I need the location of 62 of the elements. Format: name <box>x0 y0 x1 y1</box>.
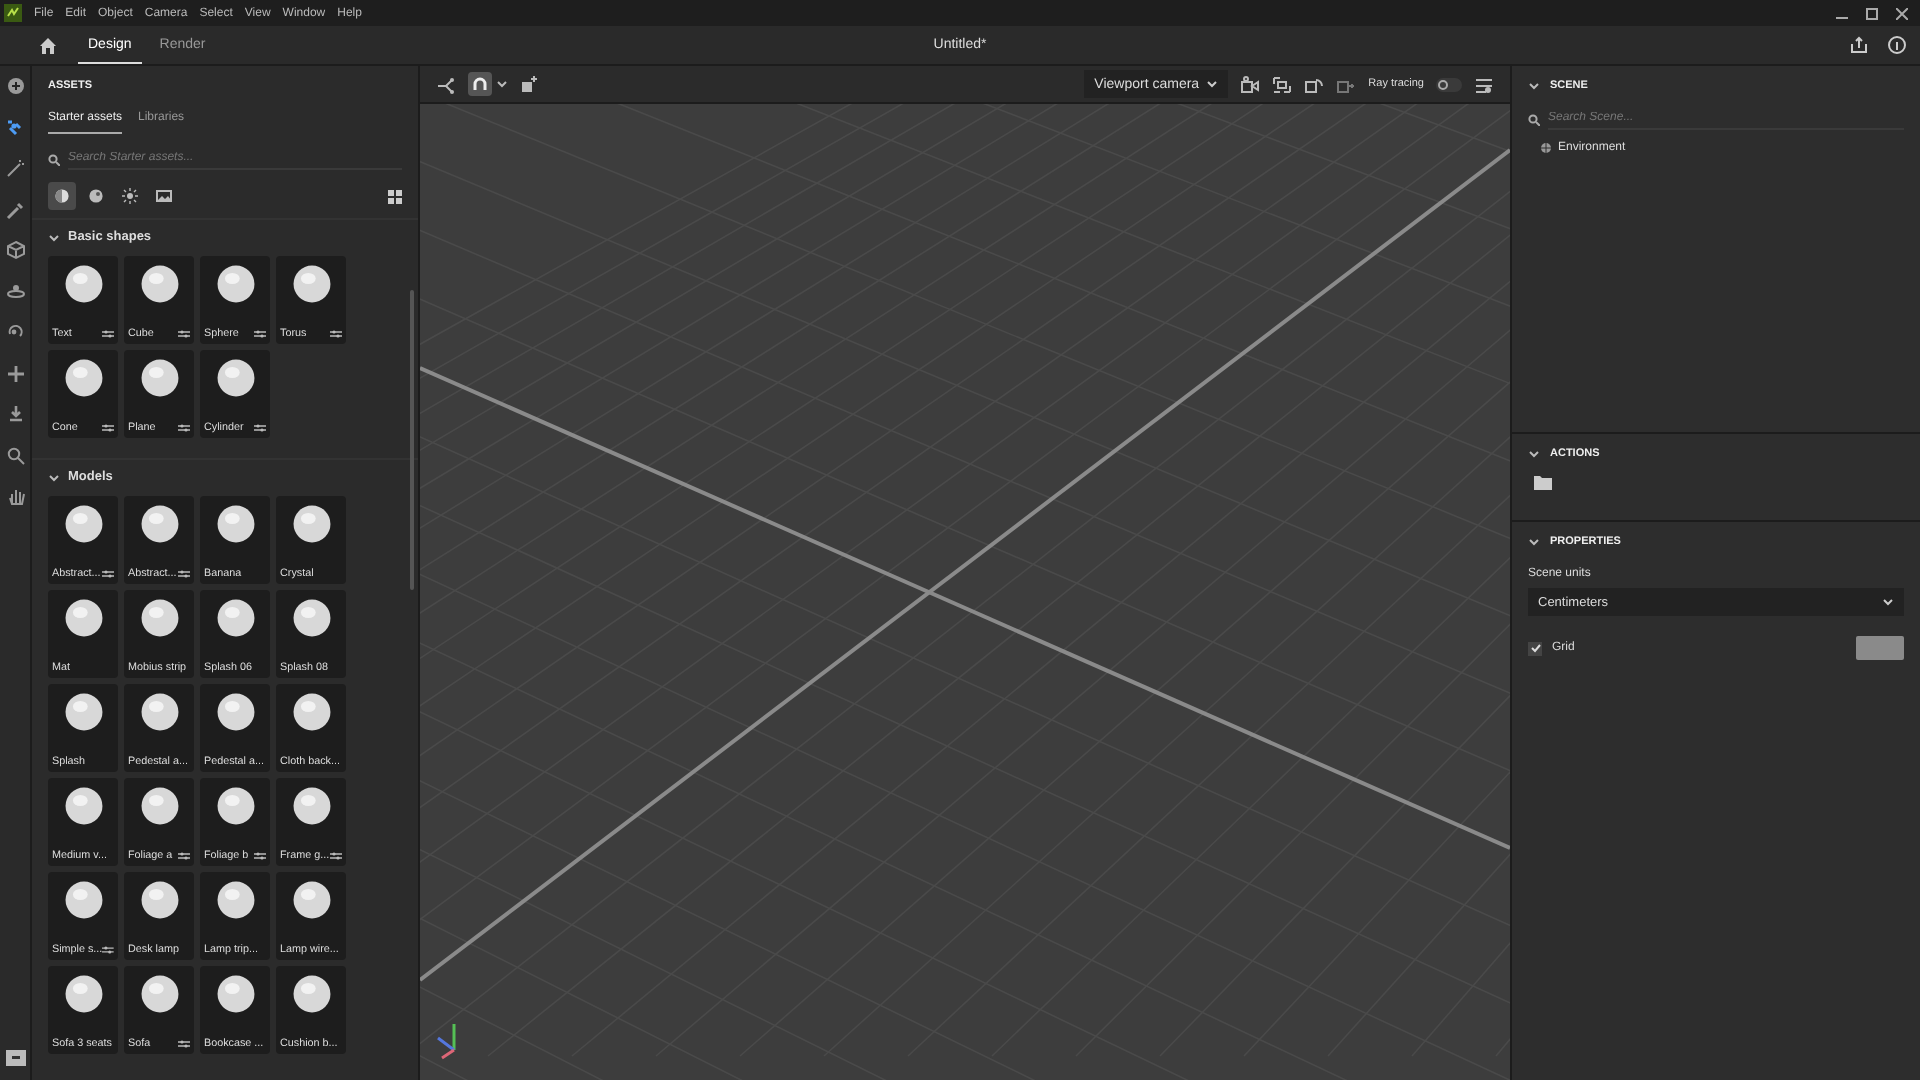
app-logo-icon <box>4 4 22 22</box>
caret-icon[interactable] <box>496 78 508 90</box>
camera-move-icon[interactable] <box>1336 75 1357 93</box>
chevron-icon[interactable] <box>1528 80 1540 92</box>
move-icon[interactable] <box>3 363 27 383</box>
maximize-icon[interactable] <box>1866 7 1878 19</box>
search-icon <box>48 153 60 165</box>
adjust-icon[interactable] <box>178 852 190 860</box>
wand-icon[interactable] <box>3 158 27 178</box>
caret-icon <box>1882 596 1894 608</box>
material-icon <box>54 188 70 204</box>
grid-view-icon[interactable] <box>388 189 402 203</box>
light-icon[interactable] <box>3 281 27 301</box>
add-icon[interactable] <box>3 76 27 96</box>
chevron-icon[interactable] <box>48 231 60 243</box>
home-icon[interactable] <box>38 36 58 54</box>
ray-tracing-toggle[interactable] <box>1436 77 1462 91</box>
folder-icon[interactable] <box>1534 476 1552 490</box>
adjust-icon[interactable] <box>254 330 266 338</box>
scrollbar-thumb[interactable] <box>410 290 414 590</box>
chevron-icon[interactable] <box>1528 536 1540 548</box>
adjust-icon[interactable] <box>254 852 266 860</box>
sun-icon <box>122 188 138 204</box>
adjust-icon[interactable] <box>330 852 342 860</box>
chevron-icon[interactable] <box>48 471 60 483</box>
magnet-button[interactable] <box>468 72 492 96</box>
search-icon <box>1528 113 1540 125</box>
adjust-icon[interactable] <box>330 330 342 338</box>
camera-rotate-icon[interactable] <box>1304 75 1325 93</box>
adjust-icon[interactable] <box>178 570 190 578</box>
adjust-icon[interactable] <box>102 946 114 954</box>
adjust-icon[interactable] <box>102 570 114 578</box>
sphere-icon <box>88 188 104 204</box>
chevron-icon[interactable] <box>1528 448 1540 460</box>
adjust-icon[interactable] <box>178 330 190 338</box>
cube-icon[interactable] <box>3 240 27 260</box>
close-icon[interactable] <box>1896 7 1908 19</box>
hand-icon[interactable] <box>3 486 27 506</box>
select-icon[interactable] <box>3 117 27 137</box>
grid-checkbox[interactable] <box>1528 641 1542 655</box>
adjust-icon[interactable] <box>178 424 190 432</box>
adjust-icon[interactable] <box>102 330 114 338</box>
eyedropper-icon[interactable] <box>3 199 27 219</box>
image-icon <box>156 188 172 204</box>
grid-color-swatch[interactable] <box>1856 636 1904 660</box>
share-icon[interactable] <box>1850 36 1868 54</box>
rotate-icon[interactable] <box>3 322 27 342</box>
zoom-icon[interactable] <box>3 445 27 465</box>
camera-frame-icon[interactable] <box>1272 75 1293 93</box>
camera-icon[interactable] <box>1240 75 1261 93</box>
material-filter-button[interactable] <box>48 182 76 210</box>
sun-filter-button[interactable] <box>116 182 144 210</box>
adjust-icon[interactable] <box>102 424 114 432</box>
help-icon[interactable] <box>1888 36 1906 54</box>
nodes-icon[interactable] <box>436 75 456 93</box>
archive-icon[interactable] <box>3 1048 27 1068</box>
globe-icon <box>1540 142 1552 154</box>
sparkle-cube-icon[interactable] <box>520 75 538 93</box>
caret-icon <box>1206 78 1219 90</box>
render-settings-icon[interactable] <box>1474 75 1494 93</box>
adjust-icon[interactable] <box>178 1040 190 1048</box>
adjust-icon[interactable] <box>254 424 266 432</box>
